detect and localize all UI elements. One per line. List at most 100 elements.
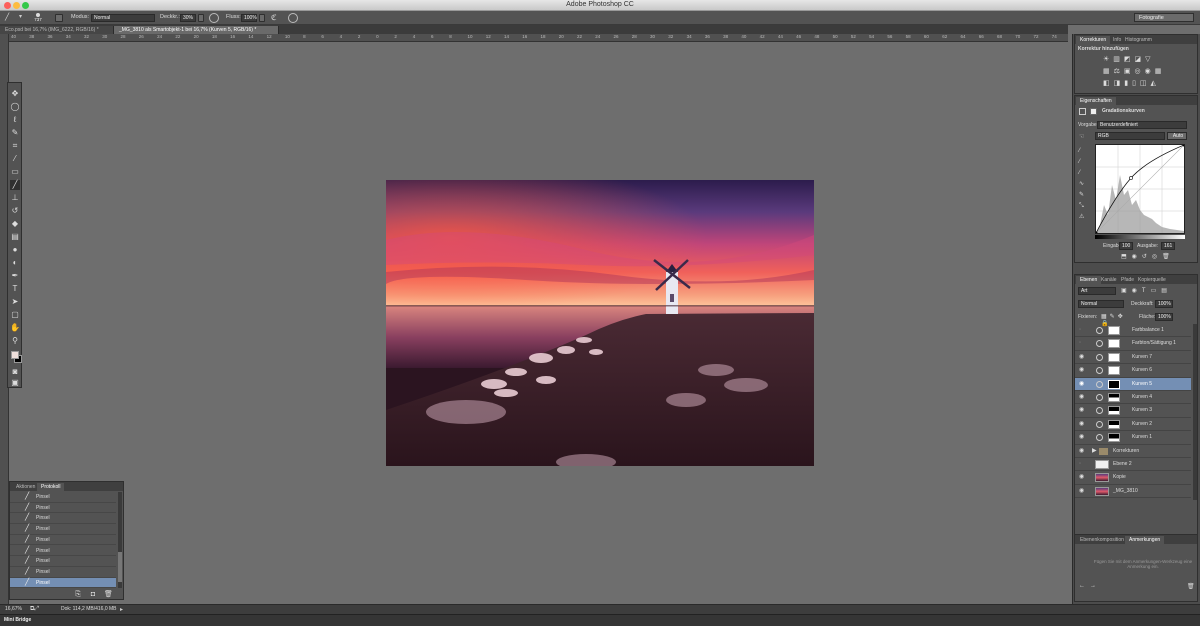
- layer-row[interactable]: ◉ Kurven 7: [1075, 351, 1191, 365]
- layer-mask-thumb[interactable]: [1108, 419, 1120, 429]
- history-item[interactable]: ╱ Pinsel: [10, 546, 116, 557]
- layer-row-selected[interactable]: ◉ Kurven 5: [1075, 377, 1191, 391]
- status-icons[interactable]: ⧉⤢: [30, 606, 50, 613]
- layer-row[interactable]: ▫ Farbbalance 1: [1075, 324, 1191, 338]
- eye-icon[interactable]: ◉: [1079, 434, 1087, 441]
- layer-row[interactable]: ◉ _MG_3810: [1075, 485, 1191, 499]
- foreground-color-swatch[interactable]: [11, 351, 19, 359]
- brush-panel-toggle-icon[interactable]: [55, 14, 63, 22]
- quick-mask-icon[interactable]: ◙: [10, 367, 20, 377]
- layers-scrollbar[interactable]: [1193, 324, 1197, 500]
- tab-notes[interactable]: Anmerkungen: [1125, 536, 1165, 544]
- pressure-opacity-icon[interactable]: [209, 13, 219, 23]
- lasso-tool-icon[interactable]: ℓ: [10, 115, 20, 125]
- adjustment-icons[interactable]: ☀▥◩◪▽ ▦⚖▣◎◉▦ ◧◨▮▯◫◭: [1103, 54, 1183, 92]
- tab-actions[interactable]: Aktionen: [12, 483, 39, 491]
- history-item[interactable]: ╱ Pinsel: [10, 535, 116, 546]
- eye-icon[interactable]: ◉: [1079, 421, 1087, 428]
- flow-input[interactable]: 100%: [241, 14, 257, 22]
- layer-row[interactable]: ◉ Kurven 1: [1075, 431, 1191, 445]
- eye-icon[interactable]: ◉: [1079, 381, 1087, 388]
- type-tool-icon[interactable]: T: [10, 284, 20, 294]
- layer-filter-icons[interactable]: ▣◉T▭▤: [1121, 287, 1191, 295]
- curve-tool-icons[interactable]: ⁄ ⁄ ⁄ ∿ ✎ ⤡ ⚠: [1079, 146, 1089, 226]
- disclosure-triangle-icon[interactable]: ▶: [1092, 445, 1097, 458]
- tab-histogram[interactable]: Histogramm: [1121, 36, 1156, 44]
- marquee-tool-icon[interactable]: ◯: [10, 102, 20, 112]
- move-tool-icon[interactable]: ✥: [10, 89, 20, 99]
- layer-mask-thumb[interactable]: [1108, 339, 1120, 349]
- mini-bridge-tab[interactable]: Mini Bridge: [4, 617, 31, 623]
- layer-mask-thumb[interactable]: [1108, 352, 1120, 362]
- clone-stamp-tool-icon[interactable]: ⊥: [10, 193, 20, 203]
- tab-clone-source[interactable]: Kopierquelle: [1134, 276, 1170, 284]
- history-item[interactable]: ╱ Pinsel: [10, 513, 116, 525]
- auto-button[interactable]: Auto: [1167, 132, 1187, 140]
- shape-tool-icon[interactable]: ▢: [10, 310, 20, 320]
- pressure-size-icon[interactable]: [288, 13, 298, 23]
- layer-row[interactable]: ◉ Kurven 3: [1075, 404, 1191, 418]
- hand-tool-icon[interactable]: ✋: [10, 323, 20, 333]
- snapshot-camera-icon[interactable]: ◘: [89, 591, 97, 598]
- gradient-tool-icon[interactable]: ▤: [10, 232, 20, 242]
- tab-mg-3810[interactable]: _MG_3810 als Smartobjekt-1 bei 16,7% (Ku…: [114, 26, 279, 34]
- eye-icon[interactable]: ◉: [1079, 474, 1087, 481]
- opacity-input[interactable]: 30%: [180, 14, 196, 22]
- layer-row[interactable]: ◉ Kurven 4: [1075, 391, 1191, 405]
- mode-select[interactable]: Normal: [91, 14, 155, 22]
- properties-footer-icons[interactable]: ⬒◉↺◎🗑: [1121, 253, 1191, 261]
- tab-properties[interactable]: Eigenschaften: [1076, 97, 1116, 105]
- layer-filter-kind-select[interactable]: Art: [1078, 287, 1116, 295]
- tab-eco-psd[interactable]: Eco.psd bei 16,7% (IMG_6222, RGB/16) *: [0, 26, 114, 34]
- quick-select-tool-icon[interactable]: ✎: [10, 128, 20, 138]
- pen-tool-icon[interactable]: ✒: [10, 271, 20, 281]
- document-canvas[interactable]: [386, 180, 814, 466]
- history-item[interactable]: ╱ Pinsel: [10, 524, 116, 535]
- target-adjust-hand-icon[interactable]: ☜: [1079, 133, 1087, 140]
- history-item[interactable]: ╱ Pinsel: [10, 567, 116, 578]
- eye-icon[interactable]: ◉: [1079, 407, 1087, 414]
- new-doc-from-state-icon[interactable]: ⎘: [74, 591, 82, 598]
- brush-preset-picker[interactable]: 737: [32, 12, 44, 24]
- tab-layer-comps[interactable]: Ebenenkomposition: [1076, 536, 1128, 544]
- layer-row[interactable]: ◉ Kurven 6: [1075, 364, 1191, 378]
- eye-icon[interactable]: ◉: [1079, 394, 1087, 401]
- trash-icon[interactable]: 🗑: [104, 591, 113, 598]
- layer-row[interactable]: ▫ Ebene 2: [1075, 458, 1191, 472]
- layer-mask-thumb[interactable]: [1108, 366, 1120, 376]
- healing-brush-tool-icon[interactable]: ▭: [10, 167, 20, 177]
- eye-icon[interactable]: ◉: [1079, 354, 1087, 361]
- input-field[interactable]: 100: [1119, 242, 1133, 250]
- zoom-level[interactable]: 16,67%: [5, 606, 22, 612]
- trash-icon[interactable]: 🗑: [1187, 583, 1195, 590]
- notes-nav-arrows[interactable]: ←→: [1079, 583, 1099, 589]
- crop-tool-icon[interactable]: ⌗: [10, 141, 20, 151]
- eyedropper-tool-icon[interactable]: ⁄: [10, 154, 20, 164]
- blend-mode-select[interactable]: Normal: [1078, 300, 1124, 308]
- screen-mode-icon[interactable]: ▣: [10, 379, 20, 387]
- layer-row[interactable]: ◉ Kopie: [1075, 471, 1191, 485]
- eraser-tool-icon[interactable]: ◆: [10, 219, 20, 229]
- eye-icon[interactable]: ◉: [1079, 448, 1087, 455]
- layer-opacity-input[interactable]: 100%: [1155, 300, 1173, 308]
- blur-tool-icon[interactable]: ●: [10, 245, 20, 255]
- preset-select[interactable]: Benutzerdefiniert: [1097, 121, 1187, 129]
- visibility-off-icon[interactable]: ▫: [1079, 461, 1087, 468]
- history-item-selected[interactable]: ╱ Pinsel: [10, 577, 116, 589]
- path-selection-tool-icon[interactable]: ➤: [10, 297, 20, 307]
- visibility-off-icon[interactable]: ▫: [1079, 340, 1087, 347]
- workspace-select[interactable]: Fotografie: [1134, 13, 1194, 22]
- brush-tool-icon[interactable]: ╱: [5, 14, 15, 22]
- opacity-dropdown-icon[interactable]: [198, 14, 204, 22]
- curves-graph[interactable]: [1094, 143, 1186, 235]
- brush-tool-icon[interactable]: ╱: [10, 180, 20, 190]
- lock-icons[interactable]: ▦✎✥🔒: [1101, 313, 1131, 327]
- visibility-off-icon[interactable]: ▫: [1079, 327, 1087, 334]
- layer-row[interactable]: ▫ Farbton/Sättigung 1: [1075, 337, 1191, 351]
- layer-mask-thumb[interactable]: [1108, 433, 1120, 443]
- tab-adjustments[interactable]: Korrekturen: [1076, 36, 1111, 44]
- eye-icon[interactable]: ◉: [1079, 488, 1087, 495]
- history-scrollbar[interactable]: [118, 492, 122, 588]
- zoom-tool-icon[interactable]: ⚲: [10, 336, 20, 346]
- chevron-down-icon[interactable]: ▾: [19, 13, 27, 20]
